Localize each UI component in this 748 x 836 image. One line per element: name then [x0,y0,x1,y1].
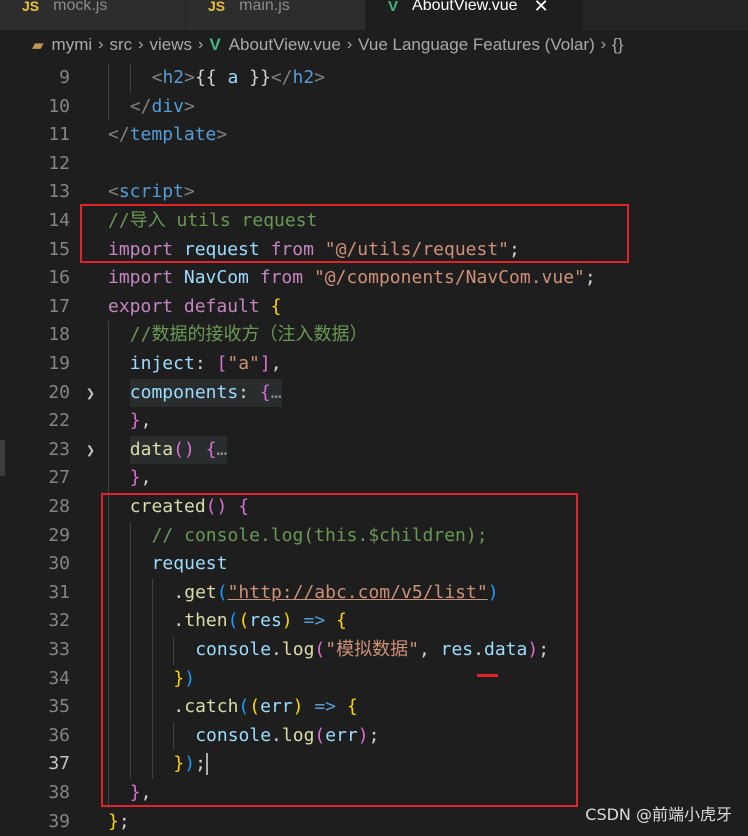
line-number: 22 [48,410,70,432]
line-number: 31 [48,581,70,603]
code-text: </div> [129,95,195,117]
code-line[interactable]: 10 </div> [0,92,748,122]
code-text: }, [129,410,152,432]
line-number: 20 [48,381,70,403]
code-text: }, [129,467,152,489]
code-line[interactable]: 12 [0,150,748,179]
tab-label: mock.js [53,0,108,14]
annotation-box-import [80,204,629,263]
breadcrumb-item-language[interactable]: Vue Language Features (Volar) [358,35,595,55]
code-line[interactable]: 22}, [0,407,748,436]
chevron-right-icon: › [346,36,353,53]
code-line[interactable]: 20 ❯ components: {… [0,378,748,408]
indent-guide [129,64,131,93]
chevron-right-icon: › [138,36,144,53]
line-number: 39 [48,810,70,832]
tab-label: main.js [239,0,290,14]
annotation-mark [477,674,498,677]
code-text: components: {… [129,378,282,408]
code-line[interactable]: 18 //数据的接收方（注入数据） [0,321,748,350]
line-number: 37 [48,753,70,775]
code-text: <h2>{{ a }}</h2> [151,67,326,88]
watermark: CSDN @前端小虎牙 [585,805,732,824]
indent-guide [108,321,109,350]
annotation-box-created [101,493,578,807]
js-file-icon: JS [208,0,226,14]
line-number: 17 [48,295,70,317]
js-file-icon: JS [22,0,40,14]
breadcrumb: ▰ mymi › src › views › V AboutView.vue ›… [0,30,748,60]
tab-main-js[interactable]: JS main.js [186,0,366,30]
breadcrumb-item-mymi[interactable]: mymi [52,35,93,55]
tab-aboutview-vue[interactable]: V AboutView.vue ✕ [366,0,584,30]
line-number: 12 [48,152,70,174]
indent-guide [108,92,109,122]
folder-icon: ▰ [32,37,44,54]
breadcrumb-item-src[interactable]: src [109,35,132,55]
code-text: <script> [108,181,195,203]
code-text: //数据的接收方（注入数据） [129,324,368,346]
line-number: 35 [48,696,70,718]
vue-file-icon: V [388,0,399,15]
line-number: 29 [48,524,70,546]
breadcrumb-item-file[interactable]: AboutView.vue [229,35,341,55]
fold-chevron-icon[interactable]: ❯ [86,379,95,408]
code-line[interactable]: 27}, [0,464,748,493]
code-line[interactable]: 17 export default { [0,293,748,322]
line-number: 16 [48,267,70,289]
tab-label: AboutView.vue [412,0,518,14]
line-number: 14 [48,210,70,231]
breadcrumb-item-symbol[interactable]: {} [612,35,623,55]
line-number: 23 [48,438,70,460]
code-line[interactable]: 16 import NavCom from "@/components/NavCo… [0,264,748,293]
line-number: 28 [48,496,70,517]
code-line[interactable]: 9 <h2>{{ a }}</h2> [0,64,748,93]
code-text: export default { [108,295,282,317]
line-number: 19 [48,353,70,374]
indent-guide [108,64,109,93]
line-number: 38 [48,782,70,803]
tab-bar: JS mock.js JS main.js V AboutView.vue ✕ [0,0,748,30]
line-number: 34 [48,667,70,689]
code-line[interactable]: 23 ❯ data() {… [0,435,748,465]
line-number: 9 [59,67,70,88]
fold-chevron-icon[interactable]: ❯ [86,436,95,465]
line-number: 36 [48,724,70,746]
code-text: }; [108,810,130,832]
chevron-right-icon: › [600,36,607,53]
line-number: 15 [48,238,70,260]
indent-guide [108,350,109,379]
line-number: 18 [48,324,70,346]
line-number: 11 [48,124,70,146]
line-number: 13 [48,181,70,203]
code-text: data() {… [129,435,228,465]
indent-guide [108,435,109,465]
line-number: 30 [48,553,70,575]
tab-mock-js[interactable]: JS mock.js [0,0,186,30]
line-number: 10 [48,95,70,117]
code-text: inject: ["a"], [129,353,282,374]
chevron-right-icon: › [198,36,204,53]
breadcrumb-item-views[interactable]: views [149,35,192,55]
vue-file-icon: V [209,35,221,54]
line-number: 33 [48,639,70,660]
code-line[interactable]: 11 </template> [0,121,748,150]
chevron-right-icon: › [98,36,104,53]
line-number: 27 [48,467,70,489]
code-line[interactable]: 19 inject: ["a"], [0,350,748,379]
indent-guide [108,407,109,436]
indent-guide [108,378,109,408]
code-text: </template> [108,124,228,146]
close-icon[interactable]: ✕ [534,0,549,17]
code-line[interactable]: 13 <script> [0,178,748,207]
code-text: import NavCom from "@/components/NavCom.… [108,267,596,289]
indent-guide [108,464,109,493]
line-number: 32 [48,610,70,632]
